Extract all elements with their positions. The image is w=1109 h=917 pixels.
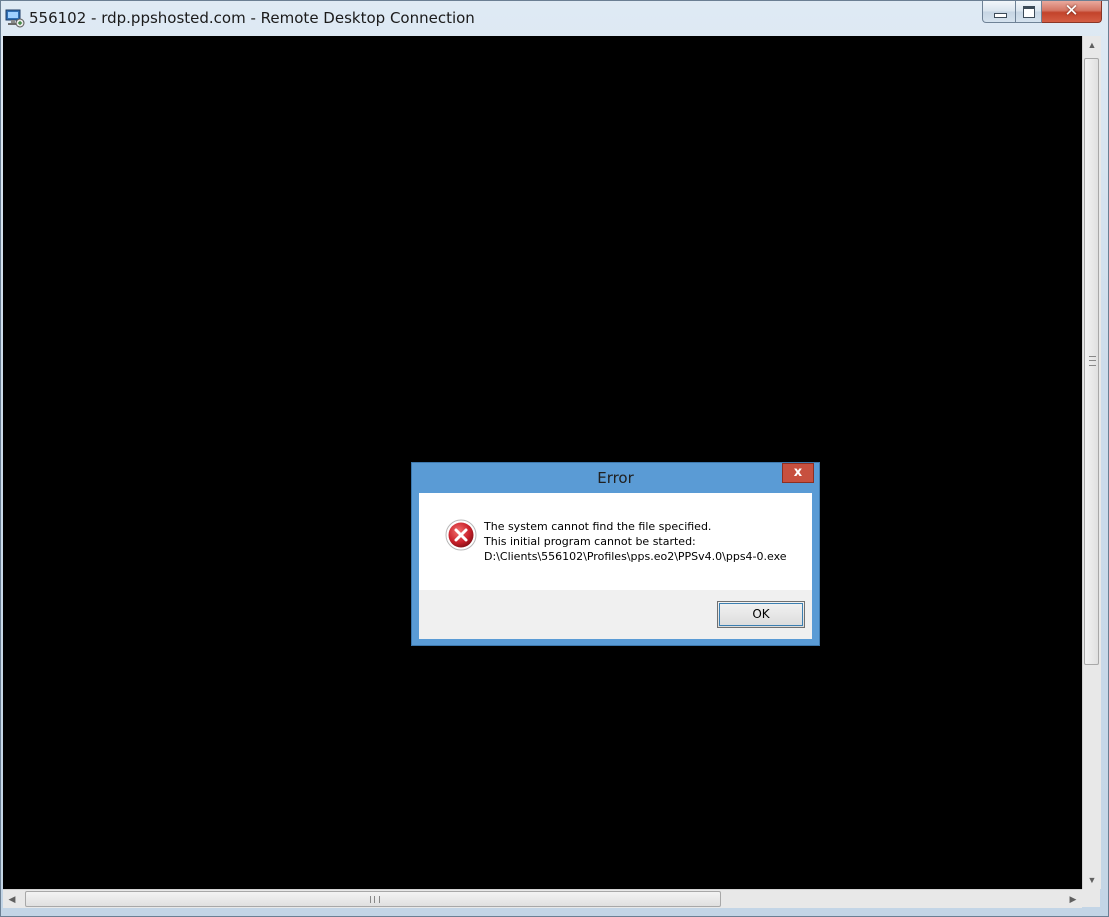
message-line: D:\Clients\556102\Profiles\pps.eo2\PPSv4… [484,550,787,563]
scroll-right-button[interactable]: ▶ [1064,890,1082,908]
rdp-window: 556102 - rdp.ppshosted.com - Remote Desk… [0,0,1109,917]
grip-icon [370,896,380,903]
maximize-icon [1023,6,1035,18]
title-bar[interactable]: 556102 - rdp.ppshosted.com - Remote Desk… [1,1,1108,35]
dialog-close-button[interactable]: x [782,463,814,483]
dialog-title: Error [597,469,634,487]
horizontal-scrollbar[interactable]: ◀ ▶ [3,889,1082,908]
scroll-up-button[interactable]: ▲ [1083,36,1101,54]
window-title: 556102 - rdp.ppshosted.com - Remote Desk… [29,9,475,27]
error-dialog: Error x The system cannot find the file … [411,462,820,646]
message-line: The system cannot find the file specifie… [484,520,712,533]
scroll-down-button[interactable]: ▼ [1083,871,1101,889]
dialog-footer: OK [419,590,812,639]
remote-desktop-icon[interactable] [5,8,25,28]
minimize-icon [994,13,1007,18]
vertical-scroll-thumb[interactable] [1084,58,1099,665]
grip-icon [1089,356,1096,366]
error-icon [445,519,477,551]
vertical-scrollbar[interactable]: ▲ ▼ [1082,36,1101,889]
dialog-body: The system cannot find the file specifie… [419,493,812,590]
close-button[interactable]: ✕ [1042,1,1102,23]
error-message: The system cannot find the file specifie… [484,519,787,564]
message-line: This initial program cannot be started: [484,535,696,548]
ok-button[interactable]: OK [717,601,805,628]
caption-buttons: ✕ [982,1,1102,23]
maximize-button[interactable] [1016,1,1042,23]
size-grip[interactable] [1082,889,1100,907]
close-icon: ✕ [1064,1,1079,21]
scroll-left-button[interactable]: ◀ [3,890,21,908]
minimize-button[interactable] [982,1,1016,23]
horizontal-scroll-thumb[interactable] [25,891,721,907]
